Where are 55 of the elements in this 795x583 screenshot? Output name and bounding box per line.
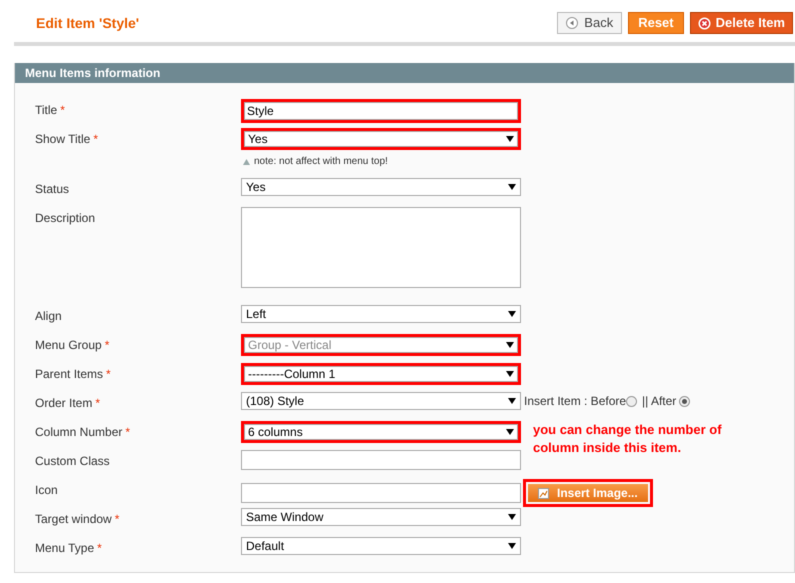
select-field[interactable]: ---------Column 1 — [241, 363, 521, 385]
field-label: Title — [35, 102, 58, 119]
field-note: note: not affect with menu top! — [243, 154, 521, 169]
back-button[interactable]: Back — [557, 12, 622, 34]
description-field[interactable] — [241, 207, 521, 288]
required-mark: * — [114, 511, 120, 528]
field-label: Column Number — [35, 424, 122, 441]
radio-label: || After — [642, 393, 676, 410]
field-label: Custom Class — [35, 453, 110, 470]
radio-button[interactable] — [626, 396, 638, 406]
image-icon — [538, 488, 549, 498]
field-label: Order Item — [35, 395, 92, 412]
required-mark: * — [93, 131, 98, 148]
field-label: Description — [35, 210, 96, 227]
input-field[interactable] — [241, 450, 521, 470]
select-field[interactable]: Same Window — [241, 508, 521, 526]
select-field[interactable]: Left — [241, 305, 521, 323]
field-label: Menu Type — [35, 540, 94, 557]
dropdown-arrow-icon — [506, 342, 514, 348]
dropdown-arrow-icon — [508, 398, 516, 404]
field-label: Menu Group — [35, 337, 102, 354]
triangle-icon — [243, 158, 250, 164]
field-label: Status — [35, 181, 70, 198]
required-mark: * — [97, 540, 102, 557]
required-mark: * — [125, 424, 130, 441]
select-field[interactable]: Yes — [241, 128, 521, 150]
close-icon — [698, 16, 711, 30]
page-title: Edit Item 'Style' — [36, 14, 140, 33]
required-mark: * — [60, 102, 65, 119]
dropdown-arrow-icon — [508, 184, 516, 190]
panel-header: Menu Items information — [15, 63, 794, 83]
delete-button[interactable]: Delete Item — [690, 12, 793, 34]
field-label: Align — [35, 308, 62, 325]
field-label: Icon — [35, 482, 58, 499]
dropdown-arrow-icon — [506, 429, 514, 435]
required-mark: * — [104, 337, 110, 354]
input-field[interactable] — [241, 483, 521, 503]
annotation-text: you can change the number of column inside this item. — [533, 421, 723, 457]
select-field[interactable]: (108) Style — [241, 392, 521, 410]
dropdown-arrow-icon — [506, 136, 514, 142]
radio-button[interactable] — [679, 396, 690, 406]
input-field[interactable]: Style — [241, 99, 521, 123]
select-field[interactable]: 6 columns — [241, 421, 521, 443]
field-label: Show Title — [35, 131, 90, 148]
dropdown-arrow-icon — [506, 371, 514, 377]
dropdown-arrow-icon — [508, 543, 516, 549]
required-mark: * — [106, 366, 111, 383]
required-mark: * — [95, 395, 100, 412]
dropdown-arrow-icon — [508, 311, 516, 317]
insert-item-label: Insert Item : Before — [524, 393, 626, 410]
field-label: Parent Items — [35, 366, 104, 383]
select-field[interactable]: Yes — [241, 178, 521, 196]
select-field[interactable]: Default — [241, 537, 521, 555]
field-label: Target window — [35, 511, 112, 528]
dropdown-arrow-icon — [508, 514, 516, 520]
